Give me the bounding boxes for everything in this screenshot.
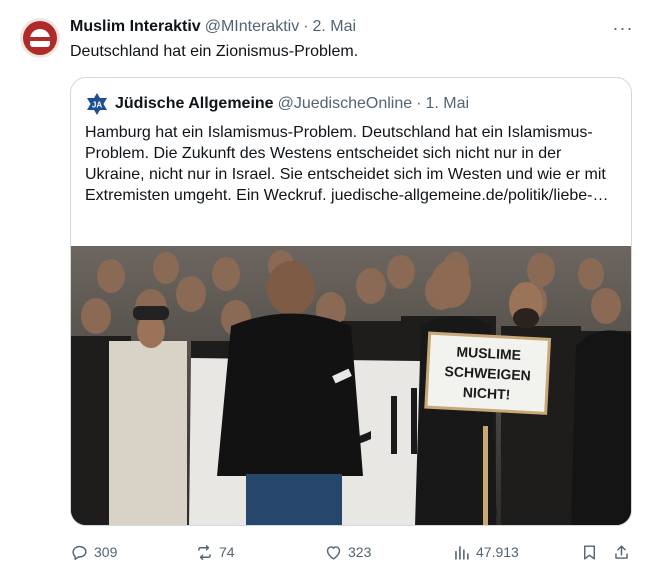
author-avatar-logo <box>23 21 57 55</box>
repost-icon <box>198 544 211 560</box>
like-button[interactable]: 323 <box>324 538 371 566</box>
share-icon <box>615 544 628 559</box>
tweet-date[interactable]: 2. Mai <box>313 18 357 36</box>
views-count: 47.913 <box>476 544 519 560</box>
share-button[interactable] <box>612 538 636 566</box>
protest-photo: MUSLIME SCHWEIGEN NICHT! <box>71 246 631 525</box>
views-icon <box>455 545 469 560</box>
quoted-author-handle[interactable]: @JuedischeOnline <box>278 95 413 113</box>
like-count: 323 <box>348 544 372 560</box>
bookmark-icon <box>584 544 595 560</box>
repost-count: 74 <box>219 544 235 560</box>
quoted-author-name[interactable]: Jüdische Allgemeine <box>115 95 274 113</box>
tweet-text: Deutschland hat ein Zionismus-Problem. <box>70 43 359 60</box>
sign-line-1: MUSLIME <box>456 344 521 363</box>
sign-line-3: NICHT! <box>463 384 511 402</box>
reply-icon <box>72 545 87 560</box>
header-separator: · <box>303 18 309 35</box>
like-icon <box>326 545 341 560</box>
quoted-tweet[interactable]: JA Jüdische Allgemeine @JuedischeOnline … <box>70 77 632 526</box>
author-handle[interactable]: @MInteraktiv <box>205 18 299 36</box>
repost-button[interactable]: 74 <box>195 538 235 566</box>
quoted-tweet-text: Hamburg hat ein Islamismus-Problem. Deut… <box>85 124 609 204</box>
tweet[interactable]: Muslim Interaktiv @MInteraktiv · 2. Mai … <box>0 0 650 578</box>
quoted-logo-text: JA <box>92 101 102 110</box>
quoted-tweet-header: JA Jüdische Allgemeine @JuedischeOnline … <box>85 92 469 116</box>
views-button[interactable]: 47.913 <box>452 538 519 566</box>
more-icon[interactable]: ··· <box>612 18 634 38</box>
quoted-author-avatar[interactable]: JA <box>85 92 109 116</box>
tweet-actions: 309 74 323 47.913 <box>70 538 634 566</box>
tweet-header: Muslim Interaktiv @MInteraktiv · 2. Mai <box>70 18 356 38</box>
quoted-header-separator: · <box>416 95 422 112</box>
star-of-david-icon: JA <box>87 93 107 115</box>
reply-button[interactable]: 309 <box>70 538 117 566</box>
reply-count: 309 <box>94 544 118 560</box>
bookmark-button[interactable] <box>580 538 604 566</box>
quoted-tweet-date[interactable]: 1. Mai <box>425 95 469 113</box>
author-avatar[interactable] <box>20 18 60 58</box>
author-name[interactable]: Muslim Interaktiv <box>70 18 201 36</box>
quoted-tweet-image[interactable]: MUSLIME SCHWEIGEN NICHT! <box>71 246 631 525</box>
